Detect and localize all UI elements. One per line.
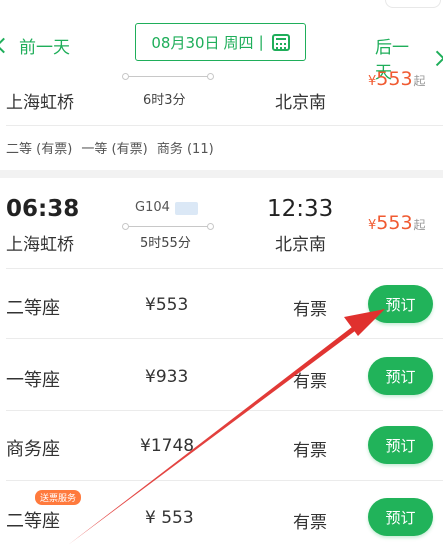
train-number: G104 — [135, 200, 170, 215]
date-separator: | — [258, 33, 264, 51]
date-picker-button[interactable]: 08月30日 周四 | — [135, 23, 306, 61]
departure-station: 上海虹桥 — [6, 235, 74, 255]
lowest-price: ¥553起 — [368, 68, 426, 90]
seat-summary: 二等 (有票) 一等 (有票) 商务 (11) — [6, 138, 219, 157]
arrival-station: 北京南 — [275, 93, 326, 113]
weekday-label: 周四 — [223, 33, 254, 52]
seat-price: ¥553 — [145, 295, 189, 315]
train-type-badge — [175, 202, 198, 215]
price-amount: 553 — [376, 212, 413, 234]
arrival-station: 北京南 — [275, 235, 326, 255]
duration: 6时3分 — [143, 93, 186, 108]
top-tab-edge — [385, 0, 441, 8]
seat-row: 二等座 ¥ 553 有票 预订 — [0, 480, 443, 550]
seat-name: 二等座 — [6, 511, 60, 532]
duration: 5时55分 — [140, 236, 191, 251]
seat-price: ¥1748 — [140, 436, 195, 456]
seat-price: ¥ 553 — [145, 508, 194, 528]
departure-station: 上海虹桥 — [6, 93, 74, 113]
book-button[interactable]: 预订 — [368, 498, 433, 536]
seat-summary-business: 商务 (11) — [156, 142, 214, 157]
price-suffix: 起 — [413, 218, 426, 232]
seat-row: 一等座 ¥933 有票 预订 — [0, 338, 443, 408]
seat-name: 商务座 — [6, 439, 60, 460]
prev-day-label: 前一天 — [19, 38, 70, 58]
seat-summary-second: 二等 (有票) — [6, 142, 73, 157]
departure-time: 06:38 — [6, 196, 80, 222]
seat-status: 有票 — [293, 441, 327, 461]
chevron-right-icon — [429, 50, 443, 66]
route-timeline — [122, 73, 214, 80]
arrival-time: 12:33 — [267, 196, 334, 222]
lowest-price: ¥553起 — [368, 212, 426, 234]
calendar-icon — [271, 33, 290, 51]
price-suffix: 起 — [413, 74, 426, 88]
seat-name: 二等座 — [6, 298, 60, 319]
seat-status: 有票 — [293, 300, 327, 320]
book-button[interactable]: 预订 — [368, 285, 433, 323]
card-separator — [0, 170, 443, 178]
top-strip — [0, 0, 443, 10]
seat-price: ¥933 — [145, 367, 189, 387]
prev-day-button[interactable]: 前一天 — [0, 33, 70, 58]
divider — [6, 125, 443, 126]
book-button[interactable]: 预订 — [368, 357, 433, 395]
price-amount: 553 — [376, 68, 413, 90]
seat-summary-first: 一等 (有票) — [81, 142, 148, 157]
date-label: 08月30日 — [151, 33, 220, 52]
chevron-left-icon — [0, 37, 12, 54]
seat-row: 商务座 ¥1748 有票 预订 — [0, 410, 443, 480]
seat-status: 有票 — [293, 372, 327, 392]
seat-row: 二等座 ¥553 有票 预订 — [0, 268, 443, 338]
book-button[interactable]: 预订 — [368, 426, 433, 464]
seat-name: 一等座 — [6, 370, 60, 391]
seat-status: 有票 — [293, 513, 327, 533]
date-navigation-bar: 前一天 08月30日 周四 | 后一天 — [0, 0, 443, 83]
route-timeline — [122, 223, 214, 230]
